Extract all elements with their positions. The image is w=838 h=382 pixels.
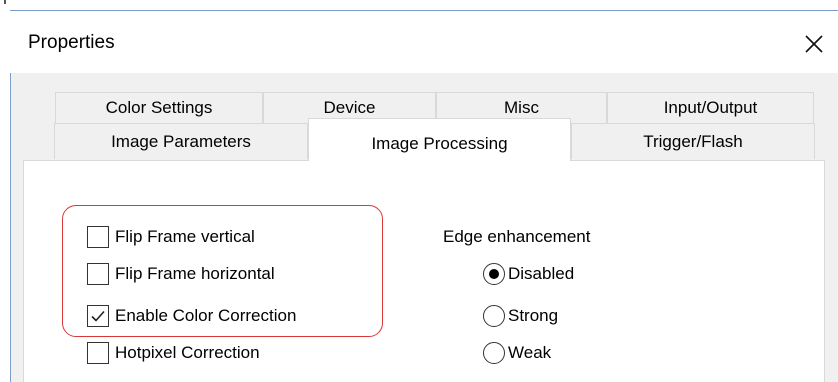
tab-label: Trigger/Flash: [643, 131, 743, 151]
tab-color-settings[interactable]: Color Settings: [55, 92, 263, 123]
edge-enhancement-label: Edge enhancement: [443, 227, 591, 246]
flip-vertical-checkbox[interactable]: Flip Frame vertical: [87, 226, 255, 248]
tab-image-parameters[interactable]: Image Parameters: [54, 123, 308, 159]
checkbox-label: Hotpixel Correction: [115, 343, 260, 362]
radio-label: Weak: [508, 343, 552, 362]
tab-input-output[interactable]: Input/Output: [607, 92, 814, 123]
radio-button[interactable]: [483, 342, 505, 364]
radio-button[interactable]: [483, 263, 505, 285]
color-correction-checkbox[interactable]: Enable Color Correction: [87, 305, 296, 327]
checkbox-label: Flip Frame vertical: [115, 227, 255, 246]
window-title: Properties: [28, 32, 115, 53]
checkbox-label: Flip Frame horizontal: [115, 264, 275, 283]
checkbox-label: Enable Color Correction: [115, 306, 297, 325]
tab-label: Image Parameters: [111, 131, 251, 151]
tab-image-processing[interactable]: Image Processing: [308, 118, 571, 161]
edge-weak-radio[interactable]: Weak: [483, 342, 551, 364]
close-button[interactable]: [790, 27, 838, 61]
edge-strong-radio[interactable]: Strong: [483, 305, 558, 327]
radio-button[interactable]: [483, 305, 505, 327]
tab-label: Device: [323, 98, 376, 117]
radio-selected-dot: [489, 269, 499, 279]
checkbox-box[interactable]: [87, 342, 109, 364]
background-window-edge: [0, 0, 838, 6]
radio-label: Strong: [508, 306, 559, 325]
checkbox-box[interactable]: [87, 263, 109, 285]
tab-label: Input/Output: [663, 98, 758, 117]
flip-horizontal-checkbox[interactable]: Flip Frame horizontal: [87, 263, 275, 285]
tab-label: Image Processing: [371, 134, 508, 153]
checkmark-icon: [91, 310, 105, 322]
checkbox-box[interactable]: [87, 226, 109, 248]
checkbox-box[interactable]: [87, 305, 109, 327]
close-icon: [805, 35, 823, 53]
radio-label: Disabled: [508, 264, 575, 283]
tab-trigger-flash[interactable]: Trigger/Flash: [571, 123, 815, 159]
tab-label: Color Settings: [105, 98, 213, 117]
tab-label: Misc: [504, 98, 539, 117]
hotpixel-correction-checkbox[interactable]: Hotpixel Correction: [87, 342, 260, 364]
edge-disabled-radio[interactable]: Disabled: [483, 263, 574, 285]
properties-dialog: Properties Color Settings Device Misc In…: [0, 0, 838, 382]
title-bar[interactable]: Properties: [10, 11, 838, 73]
